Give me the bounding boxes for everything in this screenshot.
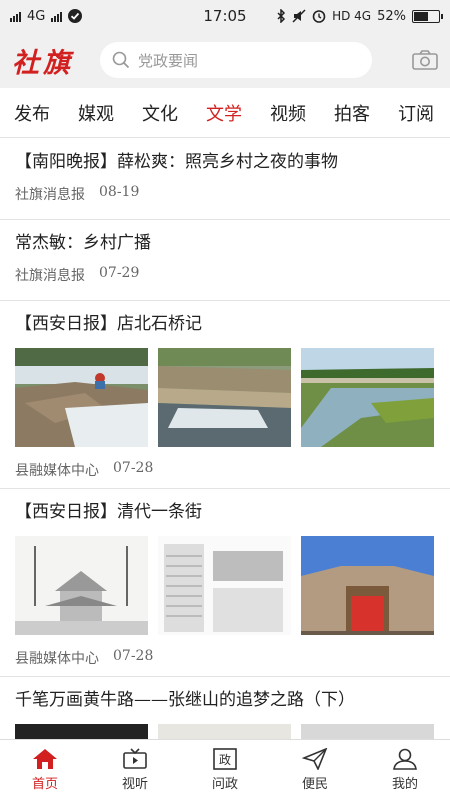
search-input[interactable]: 党政要闻: [100, 42, 372, 78]
news-item[interactable]: 千笔万画黄牛路——张继山的追梦之路（下）: [0, 677, 450, 739]
news-date: 07-28: [113, 460, 154, 476]
news-date: 07-28: [113, 648, 154, 664]
home-icon: [33, 749, 57, 769]
network-type: 4G: [27, 8, 46, 24]
nav-services-label: 便民: [301, 777, 328, 792]
news-title: 常杰敏：乡村广播: [15, 233, 151, 253]
news-date: 08-19: [99, 184, 140, 200]
tab-paike[interactable]: 拍客: [320, 100, 384, 126]
thumbnail-light-photo[interactable]: [158, 724, 291, 739]
battery-percent: 52%: [377, 8, 406, 24]
thumbnail-river-bridge[interactable]: [301, 348, 434, 447]
network-type-right: HD 4G: [332, 9, 372, 23]
thumbnail-temple-drawing[interactable]: [15, 536, 148, 635]
battery-icon: [412, 9, 443, 23]
nav-inquiry[interactable]: 政 问政: [180, 740, 270, 800]
thumbnail-grey-photo[interactable]: [301, 724, 434, 739]
nav-audio-video-label: 视听: [121, 777, 148, 792]
news-date: 07-29: [99, 265, 140, 281]
news-source: 社旗消息报: [15, 268, 85, 284]
news-source: 社旗消息报: [15, 187, 85, 203]
nav-home[interactable]: 首页: [0, 740, 90, 800]
app-logo[interactable]: 社旗: [12, 41, 100, 80]
thumbnail-waterfall-rocks[interactable]: [15, 348, 148, 447]
alarm-icon: [312, 10, 326, 23]
thumbnail-stone-dam[interactable]: [158, 348, 291, 447]
signal-icon-2: [51, 10, 63, 22]
tab-wenhua[interactable]: 文化: [128, 100, 192, 126]
news-title: 【西安日报】清代一条街: [15, 502, 202, 522]
news-title: 千笔万画黄牛路——张继山的追梦之路（下）: [15, 690, 355, 710]
check-circle-icon: [68, 9, 83, 23]
tab-fabu[interactable]: 发布: [0, 100, 64, 126]
tab-shipin[interactable]: 视频: [256, 100, 320, 126]
news-title: 【南阳晚报】薛松爽：照亮乡村之夜的事物: [15, 152, 338, 172]
status-bar: 4G 17:05 HD 4G 52%: [0, 0, 450, 32]
news-source: 县融媒体中心: [15, 651, 99, 667]
thumbnail-stone-archway[interactable]: [301, 536, 434, 635]
thumbnail-dark-photo[interactable]: [15, 724, 148, 739]
mute-icon: [292, 9, 306, 23]
news-item[interactable]: 常杰敏：乡村广播 社旗消息报 07-29: [0, 220, 450, 301]
send-icon: [302, 748, 328, 770]
news-item[interactable]: 【西安日报】清代一条街 县融媒体中心 07-28: [0, 489, 450, 677]
search-placeholder: 党政要闻: [138, 51, 199, 70]
app-header: 社旗 党政要闻: [0, 32, 450, 88]
camera-icon[interactable]: [412, 50, 438, 70]
nav-home-label: 首页: [31, 777, 58, 792]
category-tabs: 发布 媒观 文化 文学 视频 拍客 订阅: [0, 88, 450, 138]
thumbnail-newspaper-page[interactable]: [158, 536, 291, 635]
news-item[interactable]: 【南阳晚报】薛松爽：照亮乡村之夜的事物 社旗消息报 08-19: [0, 139, 450, 220]
nav-audio-video[interactable]: 视听: [90, 740, 180, 800]
bottom-nav: 首页 视听 政 问政 便民 我的: [0, 739, 450, 800]
bluetooth-icon: [277, 9, 286, 23]
tab-wenxue[interactable]: 文学: [192, 100, 256, 126]
nav-mine[interactable]: 我的: [360, 740, 450, 800]
clock: 17:05: [203, 7, 247, 25]
news-item[interactable]: 【西安日报】店北石桥记 县融媒体中心 07-28: [0, 301, 450, 489]
tv-icon: [123, 748, 147, 769]
tab-dingyue[interactable]: 订阅: [384, 100, 448, 126]
nav-inquiry-label: 问政: [211, 777, 238, 792]
user-icon: [393, 748, 417, 770]
tab-meiguan[interactable]: 媒观: [64, 100, 128, 126]
government-icon: 政: [213, 748, 237, 770]
news-source: 县融媒体中心: [15, 463, 99, 479]
nav-mine-label: 我的: [391, 777, 418, 792]
news-title: 【西安日报】店北石桥记: [15, 314, 202, 334]
signal-icon: [10, 10, 21, 22]
news-feed: 【南阳晚报】薛松爽：照亮乡村之夜的事物 社旗消息报 08-19 常杰敏：乡村广播 …: [0, 139, 450, 739]
search-icon: [112, 51, 130, 69]
svg-text:政: 政: [219, 753, 231, 767]
nav-services[interactable]: 便民: [270, 740, 360, 800]
